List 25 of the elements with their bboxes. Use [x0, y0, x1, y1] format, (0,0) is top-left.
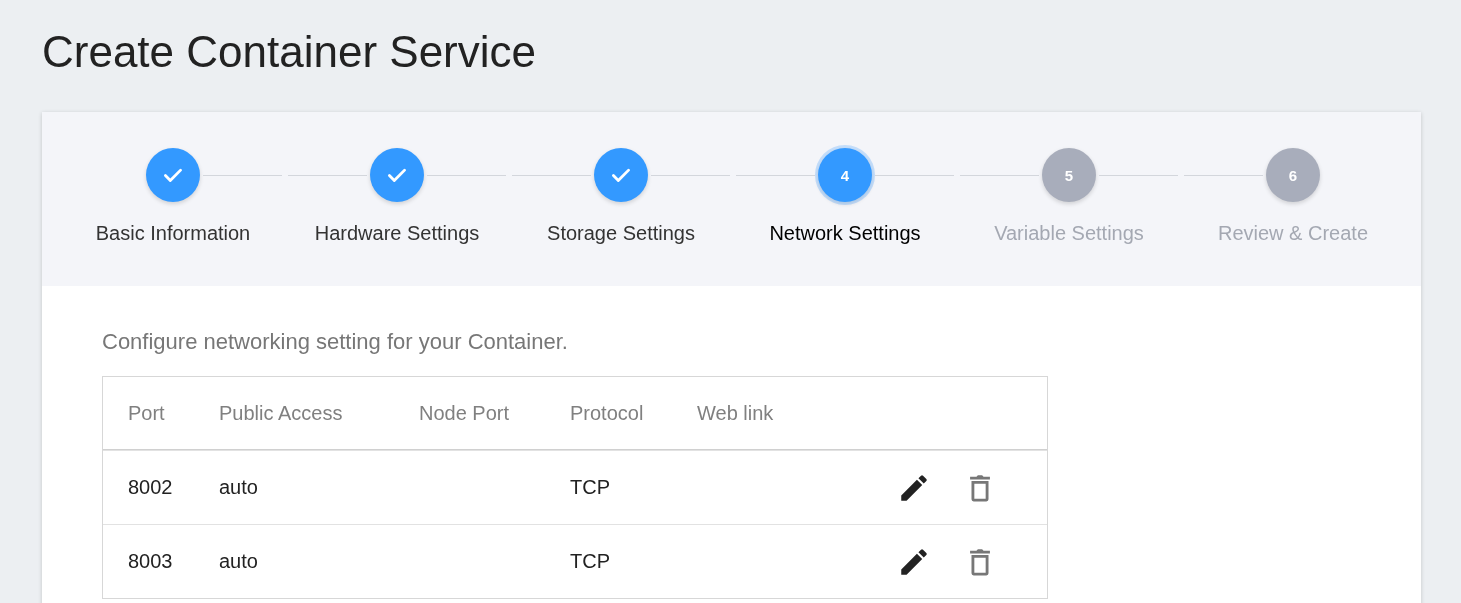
step-circle[interactable] [146, 148, 200, 202]
step-circle[interactable]: 6 [1266, 148, 1320, 202]
table-cell-text: TCP [570, 476, 611, 499]
step-circle[interactable]: 4 [818, 148, 872, 202]
step-label: Storage Settings [547, 222, 695, 245]
column-header: Public Access [219, 401, 344, 425]
step-circle[interactable] [594, 148, 648, 202]
table-cell-text: auto [219, 476, 259, 499]
column-header: Web link [697, 401, 775, 425]
column-header: Protocol [570, 401, 645, 425]
step-circle[interactable] [370, 148, 424, 202]
step-label: Review & Create [1217, 222, 1369, 245]
step-label: Hardware Settings [314, 222, 480, 245]
description-text: Configure networking setting for your Container. [102, 328, 569, 356]
step-label: Network Settings [769, 222, 921, 245]
table-cell-text: 8002 [128, 476, 174, 499]
step-label: Basic Information [95, 222, 251, 245]
column-header: Node Port [419, 401, 511, 425]
step-label: Variable Settings [994, 222, 1144, 245]
step-circle[interactable]: 5 [1042, 148, 1096, 202]
table-cell-text: 8003 [128, 550, 174, 573]
page-title: Create Container Service [42, 26, 537, 78]
table-cell-text: auto [219, 550, 259, 573]
table-cell-text: TCP [570, 550, 611, 573]
column-header: Port [128, 401, 166, 425]
